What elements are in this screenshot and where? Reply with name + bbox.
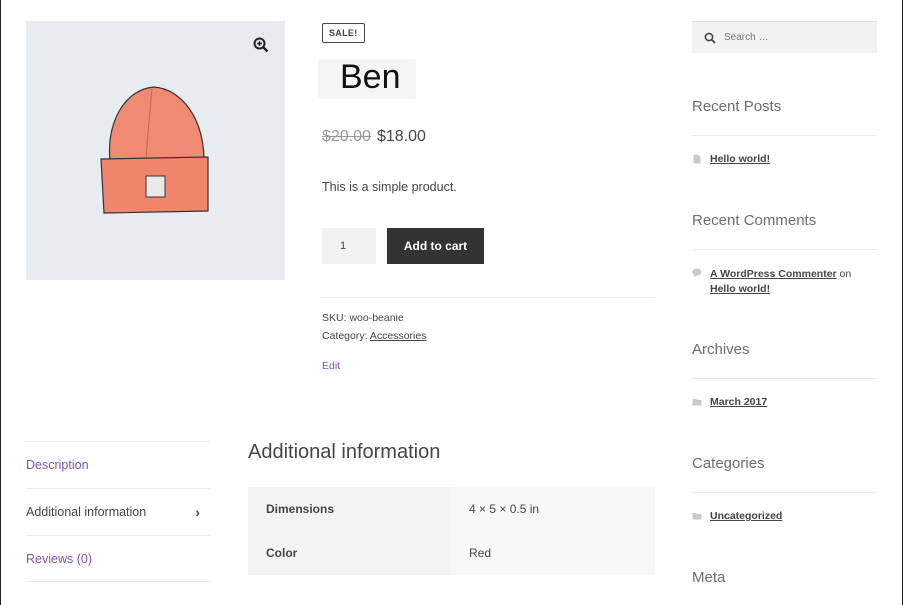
recent-comment-item: A WordPress Commenter on Hello world! bbox=[692, 267, 877, 297]
product-price: $20.00 $18.00 bbox=[322, 128, 426, 146]
tab-label: Additional information bbox=[26, 505, 147, 519]
recent-posts-title: Recent Posts bbox=[692, 98, 782, 115]
search-icon bbox=[704, 32, 716, 44]
product-title: Ben bbox=[340, 58, 401, 96]
category-widget-link[interactable]: Uncategorized bbox=[710, 510, 782, 522]
sale-price: $18.00 bbox=[376, 128, 426, 145]
category-link[interactable]: Accessories bbox=[370, 330, 427, 342]
widget-divider bbox=[692, 492, 877, 493]
recent-post-link[interactable]: Hello world! bbox=[710, 153, 770, 165]
tab-label: Description bbox=[26, 458, 89, 472]
widget-divider bbox=[692, 135, 877, 136]
attribute-label: Dimensions bbox=[248, 487, 451, 531]
old-price: $20.00 bbox=[322, 128, 371, 145]
category-item: Uncategorized bbox=[692, 510, 782, 522]
archive-item: March 2017 bbox=[692, 396, 767, 408]
search-input[interactable] bbox=[724, 32, 874, 43]
search-form bbox=[692, 21, 877, 53]
summary-divider bbox=[322, 297, 655, 298]
document-icon bbox=[693, 154, 701, 164]
attribute-label: Color bbox=[248, 531, 451, 575]
attribute-value: Red bbox=[451, 531, 655, 575]
tab-additional-information[interactable]: Additional information › bbox=[26, 488, 210, 535]
comment-icon bbox=[692, 268, 702, 278]
tab-description[interactable]: Description bbox=[26, 441, 210, 488]
attributes-table: Dimensions 4 × 5 × 0.5 in Color Red bbox=[248, 487, 655, 575]
archives-title: Archives bbox=[692, 341, 750, 358]
product-tabs: Description Additional information › Revi… bbox=[26, 441, 210, 582]
folder-icon bbox=[692, 513, 702, 520]
widget-divider bbox=[692, 249, 877, 250]
sku-label: SKU: bbox=[322, 312, 347, 324]
add-to-cart-button[interactable]: Add to cart bbox=[387, 228, 484, 264]
panel-heading: Additional information bbox=[248, 441, 441, 463]
recent-comments-title: Recent Comments bbox=[692, 212, 817, 229]
zoom-in-icon[interactable] bbox=[253, 37, 269, 53]
sku-line: SKU: woo-beanie bbox=[322, 312, 404, 324]
chevron-right-icon: › bbox=[195, 504, 200, 520]
archive-link[interactable]: March 2017 bbox=[710, 396, 767, 408]
category-label: Category: bbox=[322, 330, 368, 342]
attribute-value: 4 × 5 × 0.5 in bbox=[451, 487, 655, 531]
table-row: Dimensions 4 × 5 × 0.5 in bbox=[248, 487, 655, 531]
quantity-input[interactable] bbox=[322, 228, 376, 264]
comment-post-link[interactable]: Hello world! bbox=[710, 283, 770, 295]
short-description: This is a simple product. bbox=[322, 180, 457, 194]
comment-text: A WordPress Commenter on Hello world! bbox=[710, 267, 877, 297]
folder-icon bbox=[692, 399, 702, 406]
widget-divider bbox=[692, 378, 877, 379]
category-line: Category: Accessories bbox=[322, 330, 426, 342]
categories-title: Categories bbox=[692, 455, 765, 472]
edit-link[interactable]: Edit bbox=[322, 360, 340, 372]
product-image[interactable] bbox=[26, 21, 285, 280]
comment-author-link[interactable]: A WordPress Commenter bbox=[710, 268, 837, 280]
tab-reviews[interactable]: Reviews (0) bbox=[26, 535, 210, 582]
sku-value: woo-beanie bbox=[349, 312, 404, 324]
sale-badge: SALE! bbox=[322, 23, 365, 43]
table-row: Color Red bbox=[248, 531, 655, 575]
recent-post-item: Hello world! bbox=[692, 153, 770, 165]
beanie-illustration bbox=[100, 86, 209, 214]
meta-title: Meta bbox=[692, 569, 726, 586]
tab-label: Reviews (0) bbox=[26, 551, 92, 566]
comment-on-text: on bbox=[839, 268, 852, 280]
